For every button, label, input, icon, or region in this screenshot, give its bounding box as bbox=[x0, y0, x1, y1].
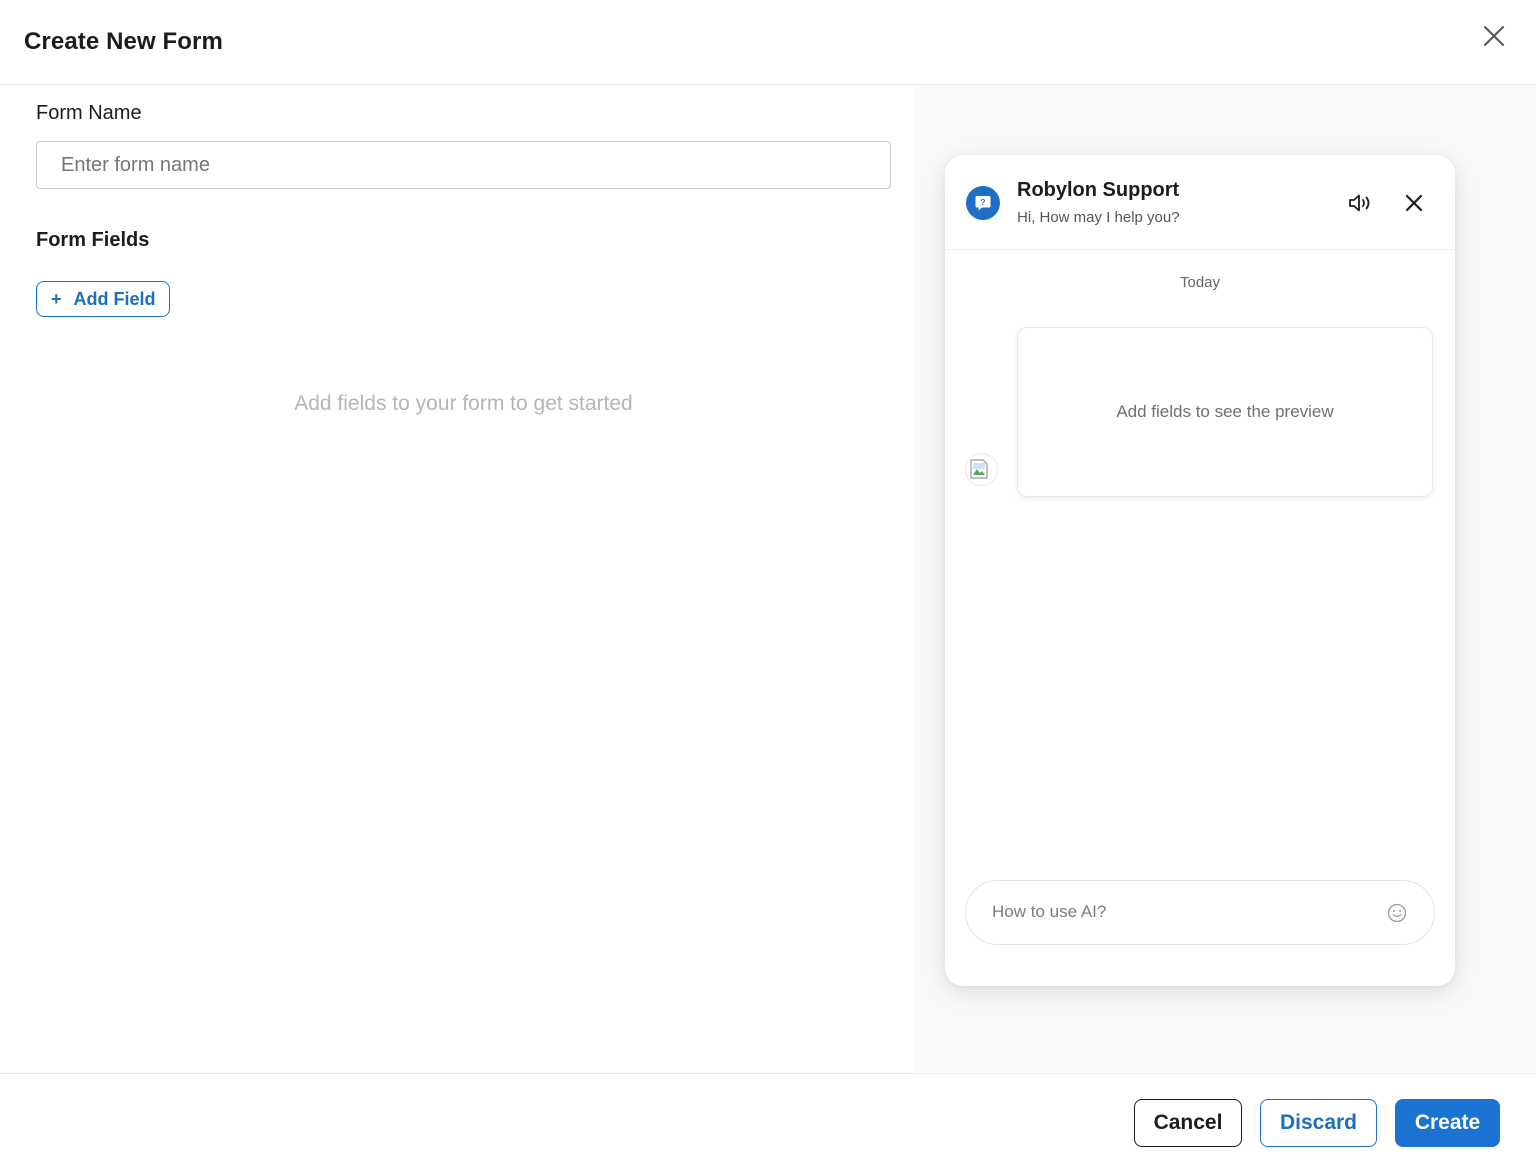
svg-text:?: ? bbox=[980, 197, 985, 207]
chat-close-button[interactable] bbox=[1400, 189, 1428, 217]
smiley-icon bbox=[1387, 903, 1407, 923]
broken-image-icon bbox=[970, 459, 988, 479]
chat-input-container bbox=[965, 880, 1435, 945]
modal-close-button[interactable] bbox=[1478, 20, 1510, 52]
cancel-button[interactable]: Cancel bbox=[1134, 1099, 1242, 1147]
form-name-input[interactable] bbox=[36, 141, 891, 189]
discard-button[interactable]: Discard bbox=[1260, 1099, 1377, 1147]
modal-title: Create New Form bbox=[24, 28, 223, 55]
chat-bot-name: Robylon Support bbox=[1017, 179, 1180, 201]
speaker-icon bbox=[1349, 194, 1370, 212]
chat-greeting: Hi, How may I help you? bbox=[1017, 209, 1180, 226]
add-field-label: Add Field bbox=[73, 288, 156, 309]
bot-avatar bbox=[965, 453, 998, 486]
form-fields-label: Form Fields bbox=[36, 229, 150, 251]
chat-message-input[interactable] bbox=[992, 881, 1372, 943]
chat-header: ? Robylon Support Hi, How may I help you… bbox=[945, 155, 1455, 250]
bot-message-card: Add fields to see the preview bbox=[1017, 327, 1433, 497]
create-form-modal: Create New Form Form Name Form Fields + … bbox=[0, 0, 1536, 1170]
add-field-button[interactable]: + Add Field bbox=[36, 281, 170, 317]
chat-widget-preview: ? Robylon Support Hi, How may I help you… bbox=[945, 155, 1455, 986]
sound-toggle-button[interactable] bbox=[1345, 189, 1377, 217]
empty-fields-hint: Add fields to your form to get started bbox=[294, 392, 633, 415]
help-bubble-icon: ? bbox=[966, 186, 1000, 220]
close-icon bbox=[1405, 194, 1423, 212]
form-name-label: Form Name bbox=[36, 102, 142, 124]
modal-header: Create New Form bbox=[0, 0, 1536, 85]
create-button[interactable]: Create bbox=[1395, 1099, 1500, 1147]
close-icon bbox=[1484, 26, 1504, 46]
plus-icon: + bbox=[51, 288, 62, 309]
preview-placeholder-text: Add fields to see the preview bbox=[1116, 402, 1334, 421]
modal-footer: Cancel Discard Create bbox=[0, 1073, 1536, 1170]
date-divider: Today bbox=[1179, 274, 1221, 291]
emoji-button[interactable] bbox=[1386, 902, 1408, 924]
